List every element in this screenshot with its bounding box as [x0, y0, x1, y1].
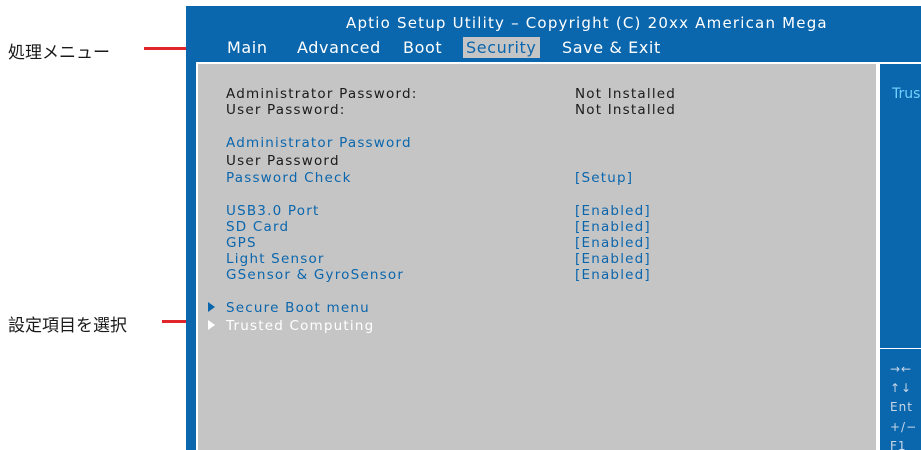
sd-card-value[interactable]: [Enabled] [575, 219, 651, 235]
light-sensor-item[interactable]: Light Sensor [226, 251, 325, 267]
sd-card-item[interactable]: SD Card [226, 219, 289, 235]
admin-password-status-value: Not Installed [575, 86, 677, 102]
help-key-select-item: ↑↓ [890, 381, 913, 395]
menu-main[interactable]: Main [224, 37, 271, 58]
settings-panel: Administrator Password: Not Installed Us… [196, 62, 878, 450]
gsensor-item[interactable]: GSensor & GyroSensor [226, 267, 404, 283]
usb-port-value[interactable]: [Enabled] [575, 203, 651, 219]
select-callout-label: 設定項目を選択 [8, 316, 127, 336]
help-text: Trus [892, 86, 921, 102]
help-key-change: +/− [890, 420, 918, 434]
user-password-status-value: Not Installed [575, 102, 677, 118]
light-sensor-value[interactable]: [Enabled] [575, 251, 651, 267]
help-key-f1: F1 [890, 439, 907, 450]
bios-title: Aptio Setup Utility – Copyright (C) 20xx… [346, 14, 828, 32]
help-key-enter: Ent [890, 400, 913, 414]
menu-bar: Main Advanced Boot Security Save & Exit [186, 36, 921, 60]
help-key-select-screen: →← [890, 362, 913, 376]
submenu-arrow-icon [208, 320, 215, 330]
bios-screen: Aptio Setup Utility – Copyright (C) 20xx… [186, 6, 921, 450]
admin-password-item[interactable]: Administrator Password [226, 135, 412, 151]
password-check-value[interactable]: [Setup] [575, 170, 633, 186]
user-password-item[interactable]: User Password [226, 153, 340, 169]
menu-advanced[interactable]: Advanced [294, 37, 384, 58]
menu-save-exit[interactable]: Save & Exit [559, 37, 664, 58]
gsensor-value[interactable]: [Enabled] [575, 267, 651, 283]
admin-password-status-label: Administrator Password: [226, 86, 418, 102]
usb-port-item[interactable]: USB3.0 Port [226, 203, 319, 219]
trusted-computing-item[interactable]: Trusted Computing [226, 318, 374, 334]
gps-item[interactable]: GPS [226, 235, 257, 251]
gps-value[interactable]: [Enabled] [575, 235, 651, 251]
menu-boot[interactable]: Boot [400, 37, 445, 58]
help-panel: Trus →← ↑↓ Ent +/− F1 [878, 62, 921, 450]
user-password-status-label: User Password: [226, 102, 346, 118]
password-check-item[interactable]: Password Check [226, 170, 352, 186]
secure-boot-menu-item[interactable]: Secure Boot menu [226, 300, 370, 316]
help-divider [880, 348, 921, 349]
menu-security[interactable]: Security [463, 37, 540, 58]
submenu-arrow-icon [208, 302, 215, 312]
menu-callout-label: 処理メニュー [8, 43, 110, 63]
